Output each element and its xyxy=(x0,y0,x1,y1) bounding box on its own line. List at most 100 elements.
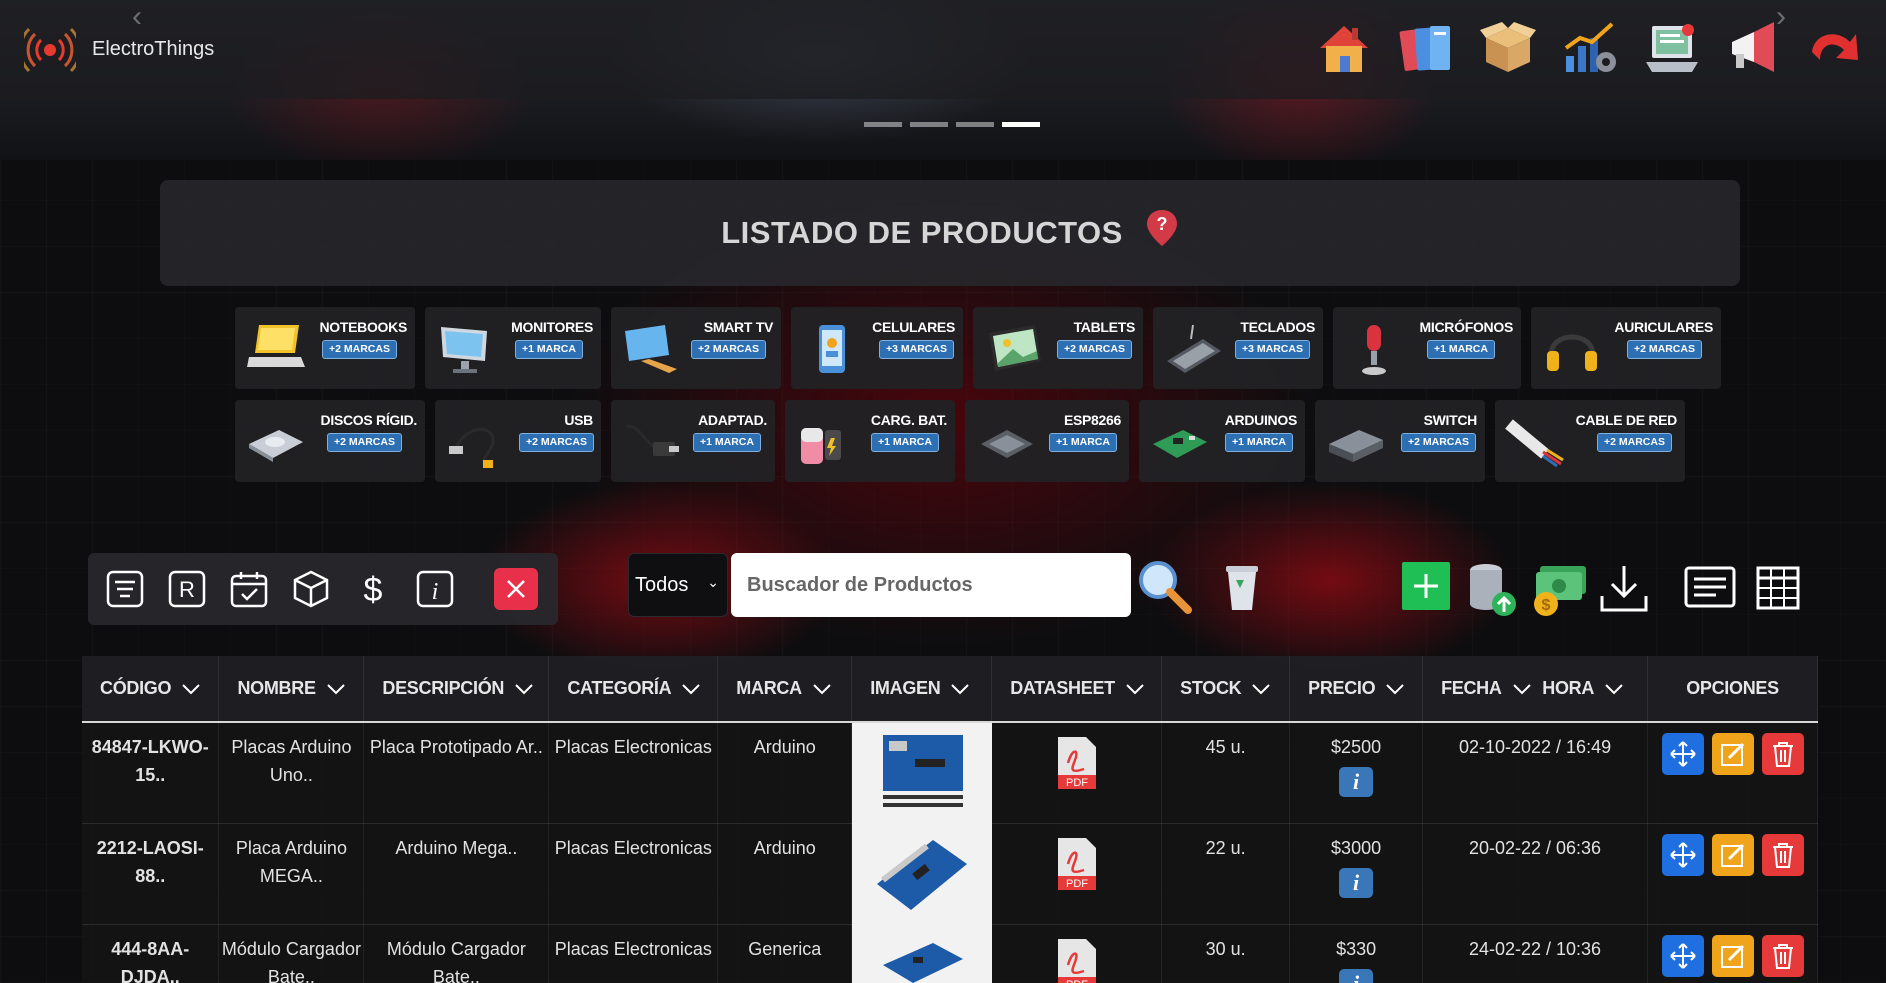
category-smart-tv[interactable]: SMART TV +2 MARCAS xyxy=(611,307,781,389)
cell-datasheet[interactable]: PDF xyxy=(991,722,1163,824)
cell-marca: Arduino xyxy=(717,823,853,925)
chevron-down-icon xyxy=(182,684,200,695)
dollar-icon[interactable]: $ xyxy=(352,568,394,610)
carousel-prev-icon[interactable]: ‹ xyxy=(132,0,142,34)
cell-codigo: 84847-LKWO-15.. xyxy=(82,722,220,824)
home-icon[interactable] xyxy=(1308,12,1380,84)
cell-fecha-hora: 24-02-22 / 10:36 xyxy=(1422,924,1648,983)
price-info-button[interactable]: i xyxy=(1339,969,1374,983)
th-categoria[interactable]: CATEGORÍA xyxy=(548,656,719,722)
category-row-2: DISCOS RÍGID. +2 MARCAS USB +2 MARCAS AD… xyxy=(235,400,1685,482)
carousel-dot[interactable] xyxy=(864,122,902,127)
svg-text:PDF: PDF xyxy=(1066,777,1088,789)
move-button[interactable] xyxy=(1661,935,1704,977)
close-toolbox-button[interactable] xyxy=(494,568,538,610)
delete-button[interactable] xyxy=(1761,733,1804,775)
brand[interactable]: ElectroThings xyxy=(24,24,214,76)
box-icon[interactable] xyxy=(1472,12,1544,84)
th-precio[interactable]: PRECIO xyxy=(1289,656,1424,722)
cell-imagen[interactable] xyxy=(851,924,993,983)
th-descripcion[interactable]: DESCRIPCIÓN xyxy=(363,656,550,722)
th-fecha-hora[interactable]: FECHA HORA xyxy=(1422,656,1648,722)
th-imagen[interactable]: IMAGEN xyxy=(851,656,993,722)
category-discos-rigidos[interactable]: DISCOS RÍGID. +2 MARCAS xyxy=(235,400,425,482)
edit-button[interactable] xyxy=(1711,834,1754,876)
laptop-icon[interactable] xyxy=(1636,12,1708,84)
category-tablets[interactable]: TABLETS +2 MARCAS xyxy=(973,307,1143,389)
move-button[interactable] xyxy=(1661,733,1704,775)
th-nombre[interactable]: NOMBRE xyxy=(218,656,365,722)
delete-button[interactable] xyxy=(1761,834,1804,876)
category-notebooks[interactable]: NOTEBOOKS +2 MARCAS xyxy=(235,307,415,389)
info-box-icon[interactable]: i xyxy=(414,568,456,610)
cell-datasheet[interactable]: PDF xyxy=(991,823,1163,925)
chevron-down-icon: ⌄ xyxy=(707,574,719,590)
product-search-input[interactable] xyxy=(731,553,1131,617)
price-info-button[interactable]: i xyxy=(1339,767,1374,797)
edit-button[interactable] xyxy=(1711,733,1754,775)
carousel-dot[interactable] xyxy=(910,122,948,127)
trash-icon xyxy=(1772,742,1793,767)
category-monitores[interactable]: MONITORES +1 MARCA xyxy=(425,307,601,389)
close-icon xyxy=(507,580,525,598)
category-select[interactable]: Todos ⌄ xyxy=(628,553,728,617)
help-icon[interactable]: ? xyxy=(1145,208,1179,248)
notebook-icon xyxy=(247,325,305,367)
edit-button[interactable] xyxy=(1711,935,1754,977)
page-title: LISTADO DE PRODUCTOS xyxy=(721,215,1123,250)
cell-imagen[interactable] xyxy=(851,823,993,925)
megaphone-icon[interactable] xyxy=(1718,12,1790,84)
text-view-icon[interactable] xyxy=(1682,562,1742,622)
category-cable-de-red[interactable]: CABLE DE RED +2 MARCAS xyxy=(1495,400,1685,482)
add-product-button[interactable] xyxy=(1400,560,1460,620)
cell-descripcion: Módulo Cargador Bate.. xyxy=(363,924,550,983)
chevron-down-icon xyxy=(515,684,533,695)
cell-nombre: Placa Arduino MEGA.. xyxy=(218,823,365,925)
category-microfonos[interactable]: MICRÓFONOS +1 MARCA xyxy=(1333,307,1521,389)
filter-list-icon[interactable] xyxy=(104,568,146,610)
database-upload-icon[interactable] xyxy=(1462,560,1522,620)
search-icon[interactable] xyxy=(1134,556,1194,616)
category-usb[interactable]: USB +2 MARCAS xyxy=(435,400,601,482)
chevron-down-icon xyxy=(1386,684,1405,695)
registered-icon[interactable]: R xyxy=(166,568,208,610)
files-icon[interactable] xyxy=(1390,12,1462,84)
cell-categoria: Placas Electronicas xyxy=(548,924,719,983)
table-row: 444-8AA-DJDA.. Módulo Cargador Bate.. Mó… xyxy=(82,924,1818,983)
cell-datasheet[interactable]: PDF xyxy=(991,924,1163,983)
th-datasheet[interactable]: DATASHEET xyxy=(991,656,1163,722)
category-adaptadores[interactable]: ADAPTAD. +1 MARCA xyxy=(611,400,775,482)
cube-icon[interactable] xyxy=(290,568,332,610)
th-stock[interactable]: STOCK xyxy=(1161,656,1291,722)
category-teclados[interactable]: TECLADOS +3 MARCAS xyxy=(1153,307,1323,389)
column-toolbox: R $ i xyxy=(88,553,558,625)
category-switch[interactable]: SWITCH +2 MARCAS xyxy=(1315,400,1485,482)
cell-imagen[interactable] xyxy=(851,722,993,824)
category-cargador-bateria[interactable]: CARG. BAT. +1 MARCA xyxy=(785,400,955,482)
carousel-dot-active[interactable] xyxy=(1002,122,1040,127)
category-auriculares[interactable]: AURICULARES +2 MARCAS xyxy=(1531,307,1721,389)
svg-text:$: $ xyxy=(1542,597,1551,614)
category-esp8266[interactable]: ESP8266 +1 MARCA xyxy=(965,400,1129,482)
grid-view-icon[interactable] xyxy=(1752,562,1812,622)
cell-categoria: Placas Electronicas xyxy=(548,823,719,925)
th-marca[interactable]: MARCA xyxy=(717,656,853,722)
th-codigo[interactable]: CÓDIGO xyxy=(82,656,220,722)
category-arduinos[interactable]: ARDUINOS +1 MARCA xyxy=(1139,400,1305,482)
calendar-check-icon[interactable] xyxy=(228,568,270,610)
money-icon[interactable]: $ xyxy=(1530,560,1590,620)
download-icon[interactable] xyxy=(1596,560,1656,620)
logout-icon[interactable] xyxy=(1800,12,1872,84)
category-celulares[interactable]: CELULARES +3 MARCAS xyxy=(791,307,963,389)
price-info-button[interactable]: i xyxy=(1339,868,1374,898)
carousel-dot[interactable] xyxy=(956,122,994,127)
arduino-mega-image xyxy=(852,824,991,924)
cell-nombre: Módulo Cargador Bate.. xyxy=(218,924,365,983)
recycle-bin-icon[interactable] xyxy=(1212,556,1272,616)
delete-button[interactable] xyxy=(1761,935,1804,977)
stats-icon[interactable] xyxy=(1554,12,1626,84)
cell-descripcion: Arduino Mega.. xyxy=(363,823,550,925)
cell-precio: $2500 i xyxy=(1289,722,1424,824)
table-row: 2212-LAOSI-88.. Placa Arduino MEGA.. Ard… xyxy=(82,823,1818,925)
move-button[interactable] xyxy=(1661,834,1704,876)
